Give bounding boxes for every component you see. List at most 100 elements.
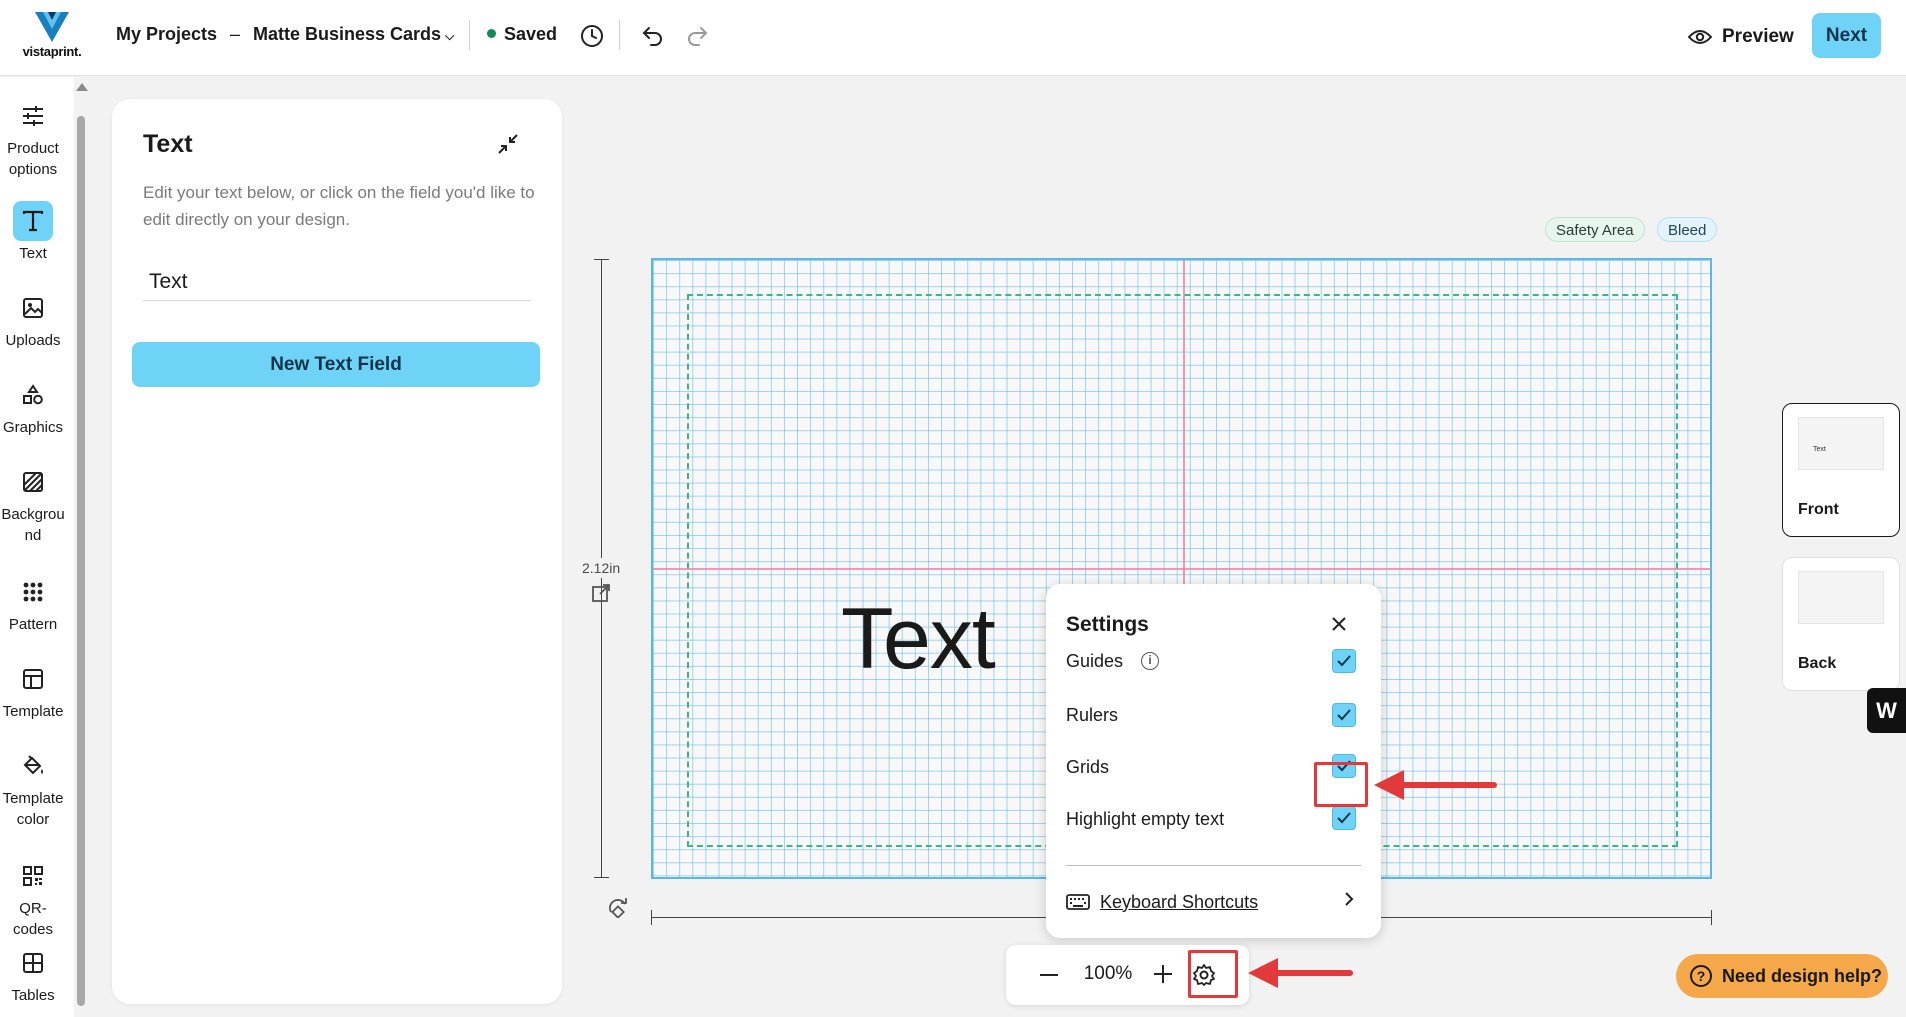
- settings-row-label: Grids: [1066, 756, 1110, 777]
- panel-description: Edit your text below, or click on the fi…: [143, 183, 535, 229]
- document-name-dropdown[interactable]: Matte Business Cards ⌵: [253, 24, 454, 45]
- rail-item-background[interactable]: Backgrou nd: [0, 462, 68, 546]
- rail-label: Text: [19, 245, 47, 262]
- top-bar: vistaprint. My Projects – Matte Business…: [0, 0, 1906, 76]
- logo-icon: [35, 12, 69, 42]
- annotation-highlight-grids: [1314, 762, 1368, 807]
- w-widget-icon[interactable]: W: [1867, 688, 1906, 733]
- next-button[interactable]: Next: [1812, 13, 1881, 58]
- highlight-empty-text-checkbox[interactable]: [1332, 806, 1356, 830]
- panel-title: Text: [143, 130, 193, 158]
- front-label: Front: [1798, 501, 1839, 518]
- undo-icon[interactable]: [638, 21, 668, 51]
- ruler-cap: [651, 910, 652, 925]
- preview-button[interactable]: Preview: [1688, 22, 1794, 52]
- ruler-cap: [594, 877, 609, 878]
- rotate-icon[interactable]: [608, 898, 630, 923]
- settings-popup: Settings Guides i Rulers Grids Highlight…: [1046, 584, 1381, 938]
- logo-text: vistaprint.: [22, 44, 82, 59]
- safety-area-badge[interactable]: Safety Area: [1545, 217, 1645, 242]
- new-text-field-button[interactable]: New Text Field: [132, 342, 540, 387]
- left-tool-rail: Product options Text Uploads Graphics Ba…: [0, 77, 74, 1017]
- front-preview: Text: [1798, 417, 1884, 470]
- rail-item-product-options[interactable]: Product options: [0, 96, 66, 180]
- saved-dot-icon: [487, 29, 496, 38]
- rail-label: Graphics: [2, 419, 64, 436]
- guides-checkbox[interactable]: [1332, 649, 1356, 673]
- close-icon[interactable]: [1324, 609, 1354, 639]
- keyboard-shortcuts-label: Keyboard Shortcuts: [1100, 891, 1259, 912]
- divider: [619, 20, 620, 50]
- table-icon: [13, 943, 53, 983]
- zoom-out-button[interactable]: [1040, 974, 1058, 976]
- back-preview: [1798, 571, 1884, 624]
- back-label: Back: [1798, 655, 1837, 672]
- settings-row-guides: Guides i: [1066, 646, 1366, 676]
- rail-item-tables[interactable]: Tables: [0, 943, 66, 1006]
- rail-label: Tables: [11, 987, 55, 1004]
- divider: [469, 20, 470, 50]
- pattern-icon: [13, 572, 53, 612]
- zoom-value[interactable]: 100%: [1078, 963, 1138, 985]
- rail-item-qr-codes[interactable]: QR-codes: [0, 856, 66, 940]
- preview-label: Preview: [1722, 26, 1794, 47]
- scroll-up-arrow[interactable]: [76, 83, 88, 91]
- height-label: 2.12in: [582, 558, 621, 578]
- annotation-arrow-icon: [1248, 958, 1353, 988]
- chevron-down-icon: ⌵: [445, 29, 455, 43]
- ruler-cap: [594, 259, 609, 260]
- rail-item-template[interactable]: Template: [0, 659, 66, 722]
- info-icon[interactable]: i: [1141, 652, 1160, 670]
- keyboard-icon: [1066, 894, 1090, 910]
- rail-scrollbar[interactable]: [77, 116, 85, 1006]
- settings-row-label: Guides: [1066, 650, 1124, 671]
- need-design-help-button[interactable]: ? Need design help?: [1676, 954, 1888, 998]
- settings-title: Settings: [1066, 613, 1149, 636]
- settings-row-highlight-empty-text: Highlight empty text: [1066, 804, 1366, 834]
- breadcrumb-separator: –: [230, 24, 241, 44]
- zoom-in-button[interactable]: [1152, 963, 1174, 985]
- rail-item-text[interactable]: Text: [0, 201, 66, 264]
- side-thumbnail-back[interactable]: Back: [1782, 557, 1900, 691]
- breadcrumb-my-projects[interactable]: My Projects: [116, 24, 217, 45]
- save-status-text: Saved: [504, 24, 558, 44]
- rail-label: Template: [2, 703, 64, 720]
- keyboard-shortcuts-link[interactable]: Keyboard Shortcuts: [1066, 887, 1366, 917]
- redo-icon[interactable]: [682, 21, 712, 51]
- rail-item-template-color[interactable]: Template color: [0, 746, 66, 830]
- front-preview-text: Text: [1813, 446, 1826, 453]
- eye-icon: [1688, 30, 1712, 44]
- rail-label: Backgrou nd: [1, 506, 65, 544]
- text-panel: Text Edit your text below, or click on t…: [112, 99, 562, 1004]
- rail-item-pattern[interactable]: Pattern: [0, 572, 66, 635]
- paint-bucket-icon: [13, 746, 53, 786]
- side-thumbnail-front[interactable]: Text Front: [1782, 403, 1900, 537]
- bleed-badge[interactable]: Bleed: [1657, 217, 1718, 242]
- rail-item-graphics[interactable]: Graphics: [0, 375, 66, 438]
- resize-icon[interactable]: [591, 583, 611, 608]
- annotation-arrow-icon: [1374, 770, 1497, 800]
- rail-label: Template color: [2, 790, 64, 828]
- history-icon[interactable]: [577, 21, 607, 51]
- text-icon: [13, 201, 53, 241]
- question-icon: ?: [1690, 965, 1712, 987]
- sliders-icon: [13, 96, 53, 136]
- vistaprint-logo[interactable]: vistaprint.: [18, 12, 86, 62]
- collapse-icon[interactable]: [493, 129, 523, 159]
- image-icon: [13, 288, 53, 328]
- divider: [1066, 865, 1361, 866]
- help-label: Need design help?: [1722, 965, 1883, 986]
- ruler-cap: [1711, 910, 1712, 925]
- document-name: Matte Business Cards: [253, 24, 442, 44]
- rail-label: QR-codes: [12, 900, 54, 938]
- settings-row-rulers: Rulers: [1066, 700, 1366, 730]
- save-status: Saved: [487, 24, 557, 45]
- rail-label: Product options: [7, 140, 59, 178]
- rulers-checkbox[interactable]: [1332, 703, 1356, 727]
- design-text-element[interactable]: Text: [841, 590, 996, 689]
- settings-row-label: Rulers: [1066, 704, 1119, 725]
- text-field-input[interactable]: [143, 263, 531, 301]
- template-icon: [13, 659, 53, 699]
- qr-code-icon: [13, 856, 53, 896]
- rail-item-uploads[interactable]: Uploads: [0, 288, 66, 351]
